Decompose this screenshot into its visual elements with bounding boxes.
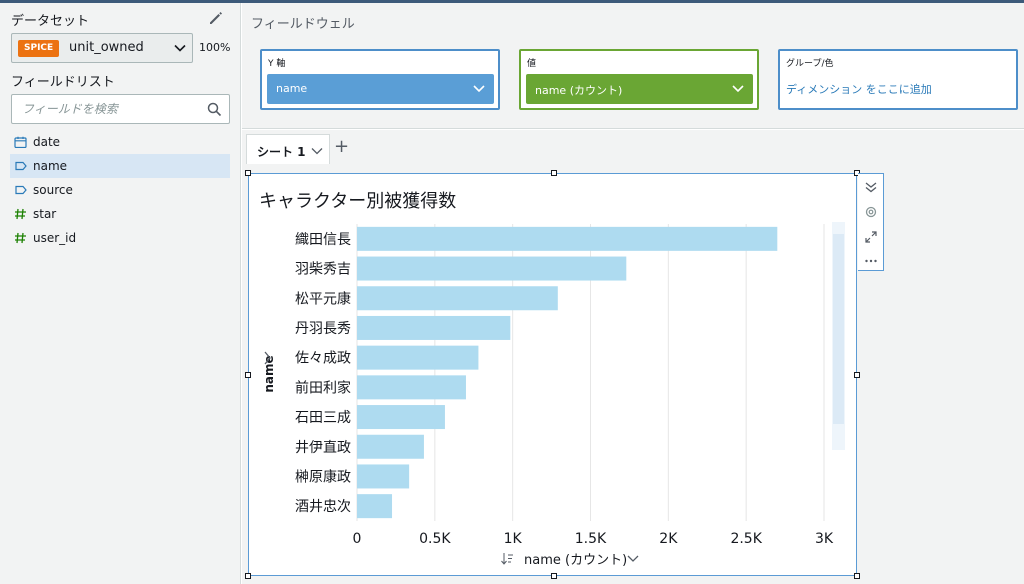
field-item-user_id[interactable]: user_id [10, 226, 230, 250]
collapse-chevrons-icon[interactable] [864, 180, 878, 194]
field-item-date[interactable]: date [10, 130, 230, 154]
bar[interactable] [357, 256, 627, 281]
field-list: date name source star user_id [0, 130, 240, 250]
y-axis-field-pill[interactable]: name [267, 74, 494, 104]
sort-icon[interactable] [501, 553, 514, 565]
dataset-name: unit_owned [69, 40, 144, 55]
field-search-input[interactable] [22, 100, 202, 118]
expand-icon[interactable] [864, 230, 878, 244]
field-item-star[interactable]: star [10, 202, 230, 226]
y-axis-title[interactable]: name [262, 355, 276, 392]
value-field-name: name (カウント) [535, 84, 623, 97]
chevron-down-icon[interactable] [311, 146, 323, 156]
bar[interactable] [357, 405, 445, 430]
spice-percent: 100% [199, 41, 231, 54]
y-category-label: 佐々成政 [295, 351, 351, 367]
x-axis-title[interactable]: name (カウント) [524, 553, 627, 568]
data-panel: データセット SPICE unit_owned 100% フィールドリスト da… [0, 3, 241, 584]
bar[interactable] [357, 434, 424, 459]
hash-icon [15, 208, 26, 220]
field-search[interactable] [11, 94, 230, 124]
resize-handle[interactable] [854, 372, 860, 378]
chevron-down-icon [174, 44, 186, 52]
y-category-label: 前田利家 [295, 379, 351, 396]
x-tick-label: 0 [353, 531, 362, 547]
y-axis-well-label: Y 軸 [268, 59, 286, 69]
resize-handle[interactable] [551, 170, 557, 176]
x-tick-label: 0.5K [419, 531, 451, 547]
sheet-tab-label: シート 1 [257, 145, 306, 159]
y-category-label: 丹羽長秀 [295, 321, 351, 337]
value-well[interactable]: 値 name (カウント) [519, 49, 759, 110]
dataset-select[interactable]: SPICE unit_owned [11, 33, 193, 63]
field-item-label: date [33, 135, 61, 149]
x-tick-label: 1K [504, 531, 523, 547]
tab-sheet-1[interactable]: シート 1 [246, 134, 330, 164]
field-item-label: name [33, 159, 68, 173]
resize-handle[interactable] [551, 573, 557, 579]
field-wells: フィールドウェル Y 軸 name 値 name (カウント) グループ/色 デ… [242, 3, 1024, 129]
value-well-label: 値 [527, 59, 537, 69]
y-axis-well[interactable]: Y 軸 name [260, 49, 500, 110]
bar[interactable] [357, 345, 479, 370]
chevron-down-icon [732, 85, 744, 93]
resize-handle[interactable] [245, 573, 251, 579]
bar[interactable] [357, 375, 466, 400]
x-tick-label: 2K [659, 531, 678, 547]
x-tick-label: 1.5K [575, 531, 607, 547]
visual-container[interactable]: キャラクター別被獲得数 織田信長 羽柴秀吉 松平元康 丹羽長秀 佐々成政 前田利家 石田三成… [248, 173, 857, 576]
more-options-icon[interactable] [864, 254, 878, 268]
y-category-label: 石田三成 [295, 410, 351, 426]
value-field-pill[interactable]: name (カウント) [526, 74, 753, 104]
resize-handle[interactable] [245, 170, 251, 176]
chevron-down-icon[interactable] [627, 555, 639, 562]
field-list-title: フィールドリスト [11, 75, 115, 90]
field-item-label: user_id [33, 231, 77, 245]
y-category-label: 井伊直政 [295, 439, 351, 456]
y-category-label: 織田信長 [295, 232, 351, 248]
field-wells-title: フィールドウェル [251, 17, 355, 32]
field-item-label: source [33, 183, 73, 197]
tag-icon [15, 161, 27, 171]
hash-icon [15, 232, 26, 244]
sheet-tab-bar: シート 1 + [242, 130, 1024, 164]
bar[interactable] [357, 464, 410, 489]
bar[interactable] [357, 226, 778, 251]
x-tick-label: 2.5K [730, 531, 762, 547]
resize-handle[interactable] [854, 573, 860, 579]
resize-handle[interactable] [245, 372, 251, 378]
group-color-well[interactable]: グループ/色 ディメンション をここに追加 [778, 49, 1018, 110]
bar[interactable] [357, 315, 511, 340]
bar[interactable] [357, 286, 558, 311]
group-add-placeholder[interactable]: ディメンション をここに追加 [786, 81, 932, 97]
visual-side-toolbar [858, 173, 884, 271]
bar-chart[interactable]: 織田信長羽柴秀吉松平元康丹羽長秀佐々成政前田利家石田三成井伊直政榊原康政酒井忠次… [249, 174, 858, 577]
field-item-label: star [33, 207, 57, 221]
dataset-header: データセット [11, 14, 90, 29]
y-axis-field-name: name [276, 82, 308, 95]
edit-pencil-icon[interactable] [207, 9, 225, 27]
field-item-name[interactable]: name [10, 154, 230, 178]
y-category-label: 松平元康 [295, 290, 351, 307]
group-color-well-label: グループ/色 [786, 59, 834, 69]
chart-scrollbar-thumb[interactable] [833, 234, 844, 424]
add-sheet-button[interactable]: + [334, 138, 349, 156]
y-category-label: 榊原康政 [295, 468, 351, 485]
gear-icon[interactable] [864, 205, 878, 219]
y-category-label: 羽柴秀吉 [295, 262, 351, 278]
spice-badge: SPICE [18, 40, 60, 57]
calendar-icon [14, 136, 27, 148]
x-tick-label: 3K [815, 531, 834, 547]
search-icon [207, 102, 222, 117]
chevron-down-icon [473, 85, 485, 93]
y-category-label: 酒井忠次 [295, 499, 351, 515]
field-item-source[interactable]: source [10, 178, 230, 202]
bar[interactable] [357, 494, 393, 519]
tag-icon [15, 185, 27, 195]
